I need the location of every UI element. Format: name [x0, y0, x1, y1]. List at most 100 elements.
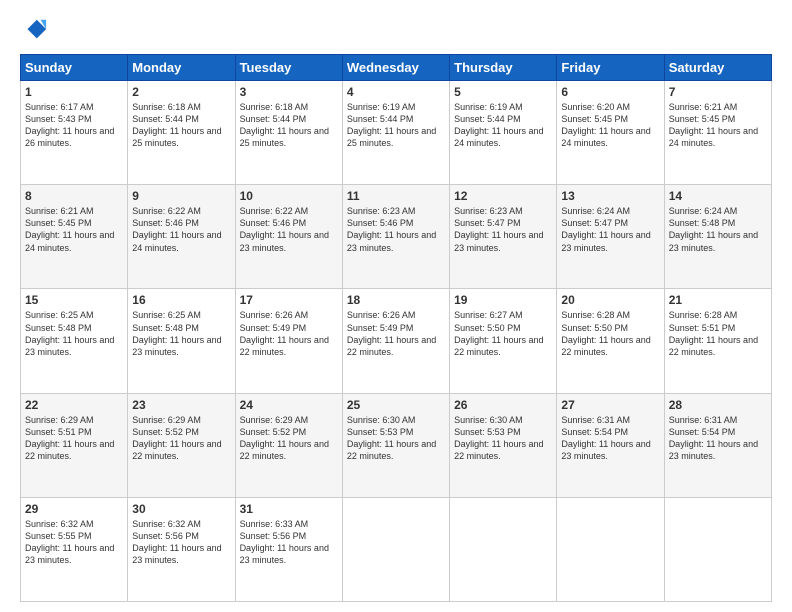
column-header-wednesday: Wednesday: [342, 55, 449, 81]
calendar-week-1: 1 Sunrise: 6:17 AMSunset: 5:43 PMDayligh…: [21, 81, 772, 185]
table-row: 18 Sunrise: 6:26 AMSunset: 5:49 PMDaylig…: [342, 289, 449, 393]
column-header-saturday: Saturday: [664, 55, 771, 81]
day-number: 27: [561, 398, 659, 412]
table-row: 29 Sunrise: 6:32 AMSunset: 5:55 PMDaylig…: [21, 497, 128, 601]
calendar-week-2: 8 Sunrise: 6:21 AMSunset: 5:45 PMDayligh…: [21, 185, 772, 289]
day-number: 13: [561, 189, 659, 203]
table-row: 21 Sunrise: 6:28 AMSunset: 5:51 PMDaylig…: [664, 289, 771, 393]
day-info: Sunrise: 6:26 AMSunset: 5:49 PMDaylight:…: [347, 310, 436, 356]
day-number: 18: [347, 293, 445, 307]
table-row: 23 Sunrise: 6:29 AMSunset: 5:52 PMDaylig…: [128, 393, 235, 497]
day-info: Sunrise: 6:22 AMSunset: 5:46 PMDaylight:…: [132, 206, 221, 252]
table-row: 5 Sunrise: 6:19 AMSunset: 5:44 PMDayligh…: [450, 81, 557, 185]
day-info: Sunrise: 6:19 AMSunset: 5:44 PMDaylight:…: [454, 102, 543, 148]
table-row: 25 Sunrise: 6:30 AMSunset: 5:53 PMDaylig…: [342, 393, 449, 497]
column-header-monday: Monday: [128, 55, 235, 81]
day-number: 31: [240, 502, 338, 516]
day-number: 4: [347, 85, 445, 99]
calendar-header-row: SundayMondayTuesdayWednesdayThursdayFrid…: [21, 55, 772, 81]
day-info: Sunrise: 6:21 AMSunset: 5:45 PMDaylight:…: [25, 206, 114, 252]
day-info: Sunrise: 6:29 AMSunset: 5:52 PMDaylight:…: [132, 415, 221, 461]
table-row: 12 Sunrise: 6:23 AMSunset: 5:47 PMDaylig…: [450, 185, 557, 289]
table-row: 14 Sunrise: 6:24 AMSunset: 5:48 PMDaylig…: [664, 185, 771, 289]
table-row: 27 Sunrise: 6:31 AMSunset: 5:54 PMDaylig…: [557, 393, 664, 497]
table-row: 4 Sunrise: 6:19 AMSunset: 5:44 PMDayligh…: [342, 81, 449, 185]
day-number: 23: [132, 398, 230, 412]
day-number: 9: [132, 189, 230, 203]
table-row: [557, 497, 664, 601]
day-number: 11: [347, 189, 445, 203]
day-info: Sunrise: 6:24 AMSunset: 5:48 PMDaylight:…: [669, 206, 758, 252]
day-info: Sunrise: 6:31 AMSunset: 5:54 PMDaylight:…: [561, 415, 650, 461]
day-info: Sunrise: 6:29 AMSunset: 5:52 PMDaylight:…: [240, 415, 329, 461]
table-row: 11 Sunrise: 6:23 AMSunset: 5:46 PMDaylig…: [342, 185, 449, 289]
logo-icon: [20, 16, 48, 44]
day-number: 29: [25, 502, 123, 516]
day-info: Sunrise: 6:20 AMSunset: 5:45 PMDaylight:…: [561, 102, 650, 148]
calendar-week-4: 22 Sunrise: 6:29 AMSunset: 5:51 PMDaylig…: [21, 393, 772, 497]
day-number: 28: [669, 398, 767, 412]
day-number: 26: [454, 398, 552, 412]
day-info: Sunrise: 6:27 AMSunset: 5:50 PMDaylight:…: [454, 310, 543, 356]
day-info: Sunrise: 6:33 AMSunset: 5:56 PMDaylight:…: [240, 519, 329, 565]
day-info: Sunrise: 6:31 AMSunset: 5:54 PMDaylight:…: [669, 415, 758, 461]
page: SundayMondayTuesdayWednesdayThursdayFrid…: [0, 0, 792, 612]
day-info: Sunrise: 6:30 AMSunset: 5:53 PMDaylight:…: [347, 415, 436, 461]
day-info: Sunrise: 6:17 AMSunset: 5:43 PMDaylight:…: [25, 102, 114, 148]
day-info: Sunrise: 6:30 AMSunset: 5:53 PMDaylight:…: [454, 415, 543, 461]
table-row: 13 Sunrise: 6:24 AMSunset: 5:47 PMDaylig…: [557, 185, 664, 289]
table-row: 19 Sunrise: 6:27 AMSunset: 5:50 PMDaylig…: [450, 289, 557, 393]
day-number: 25: [347, 398, 445, 412]
day-info: Sunrise: 6:23 AMSunset: 5:46 PMDaylight:…: [347, 206, 436, 252]
table-row: 17 Sunrise: 6:26 AMSunset: 5:49 PMDaylig…: [235, 289, 342, 393]
header: [20, 16, 772, 44]
day-info: Sunrise: 6:29 AMSunset: 5:51 PMDaylight:…: [25, 415, 114, 461]
day-info: Sunrise: 6:32 AMSunset: 5:55 PMDaylight:…: [25, 519, 114, 565]
table-row: 22 Sunrise: 6:29 AMSunset: 5:51 PMDaylig…: [21, 393, 128, 497]
day-number: 21: [669, 293, 767, 307]
day-number: 1: [25, 85, 123, 99]
day-info: Sunrise: 6:18 AMSunset: 5:44 PMDaylight:…: [240, 102, 329, 148]
day-info: Sunrise: 6:21 AMSunset: 5:45 PMDaylight:…: [669, 102, 758, 148]
day-number: 7: [669, 85, 767, 99]
calendar-table: SundayMondayTuesdayWednesdayThursdayFrid…: [20, 54, 772, 602]
table-row: 24 Sunrise: 6:29 AMSunset: 5:52 PMDaylig…: [235, 393, 342, 497]
column-header-tuesday: Tuesday: [235, 55, 342, 81]
day-number: 12: [454, 189, 552, 203]
day-info: Sunrise: 6:25 AMSunset: 5:48 PMDaylight:…: [25, 310, 114, 356]
day-info: Sunrise: 6:24 AMSunset: 5:47 PMDaylight:…: [561, 206, 650, 252]
calendar-week-3: 15 Sunrise: 6:25 AMSunset: 5:48 PMDaylig…: [21, 289, 772, 393]
column-header-sunday: Sunday: [21, 55, 128, 81]
table-row: 10 Sunrise: 6:22 AMSunset: 5:46 PMDaylig…: [235, 185, 342, 289]
table-row: 9 Sunrise: 6:22 AMSunset: 5:46 PMDayligh…: [128, 185, 235, 289]
day-number: 8: [25, 189, 123, 203]
day-number: 22: [25, 398, 123, 412]
table-row: 15 Sunrise: 6:25 AMSunset: 5:48 PMDaylig…: [21, 289, 128, 393]
day-info: Sunrise: 6:19 AMSunset: 5:44 PMDaylight:…: [347, 102, 436, 148]
table-row: 6 Sunrise: 6:20 AMSunset: 5:45 PMDayligh…: [557, 81, 664, 185]
day-number: 14: [669, 189, 767, 203]
table-row: 26 Sunrise: 6:30 AMSunset: 5:53 PMDaylig…: [450, 393, 557, 497]
day-number: 17: [240, 293, 338, 307]
day-number: 16: [132, 293, 230, 307]
day-number: 30: [132, 502, 230, 516]
day-info: Sunrise: 6:23 AMSunset: 5:47 PMDaylight:…: [454, 206, 543, 252]
day-number: 10: [240, 189, 338, 203]
day-number: 15: [25, 293, 123, 307]
day-number: 2: [132, 85, 230, 99]
day-info: Sunrise: 6:18 AMSunset: 5:44 PMDaylight:…: [132, 102, 221, 148]
column-header-friday: Friday: [557, 55, 664, 81]
table-row: 3 Sunrise: 6:18 AMSunset: 5:44 PMDayligh…: [235, 81, 342, 185]
day-info: Sunrise: 6:28 AMSunset: 5:51 PMDaylight:…: [669, 310, 758, 356]
day-number: 19: [454, 293, 552, 307]
table-row: [342, 497, 449, 601]
day-number: 3: [240, 85, 338, 99]
table-row: 2 Sunrise: 6:18 AMSunset: 5:44 PMDayligh…: [128, 81, 235, 185]
table-row: [664, 497, 771, 601]
day-number: 5: [454, 85, 552, 99]
table-row: 1 Sunrise: 6:17 AMSunset: 5:43 PMDayligh…: [21, 81, 128, 185]
table-row: 16 Sunrise: 6:25 AMSunset: 5:48 PMDaylig…: [128, 289, 235, 393]
table-row: 7 Sunrise: 6:21 AMSunset: 5:45 PMDayligh…: [664, 81, 771, 185]
calendar-week-5: 29 Sunrise: 6:32 AMSunset: 5:55 PMDaylig…: [21, 497, 772, 601]
day-info: Sunrise: 6:32 AMSunset: 5:56 PMDaylight:…: [132, 519, 221, 565]
